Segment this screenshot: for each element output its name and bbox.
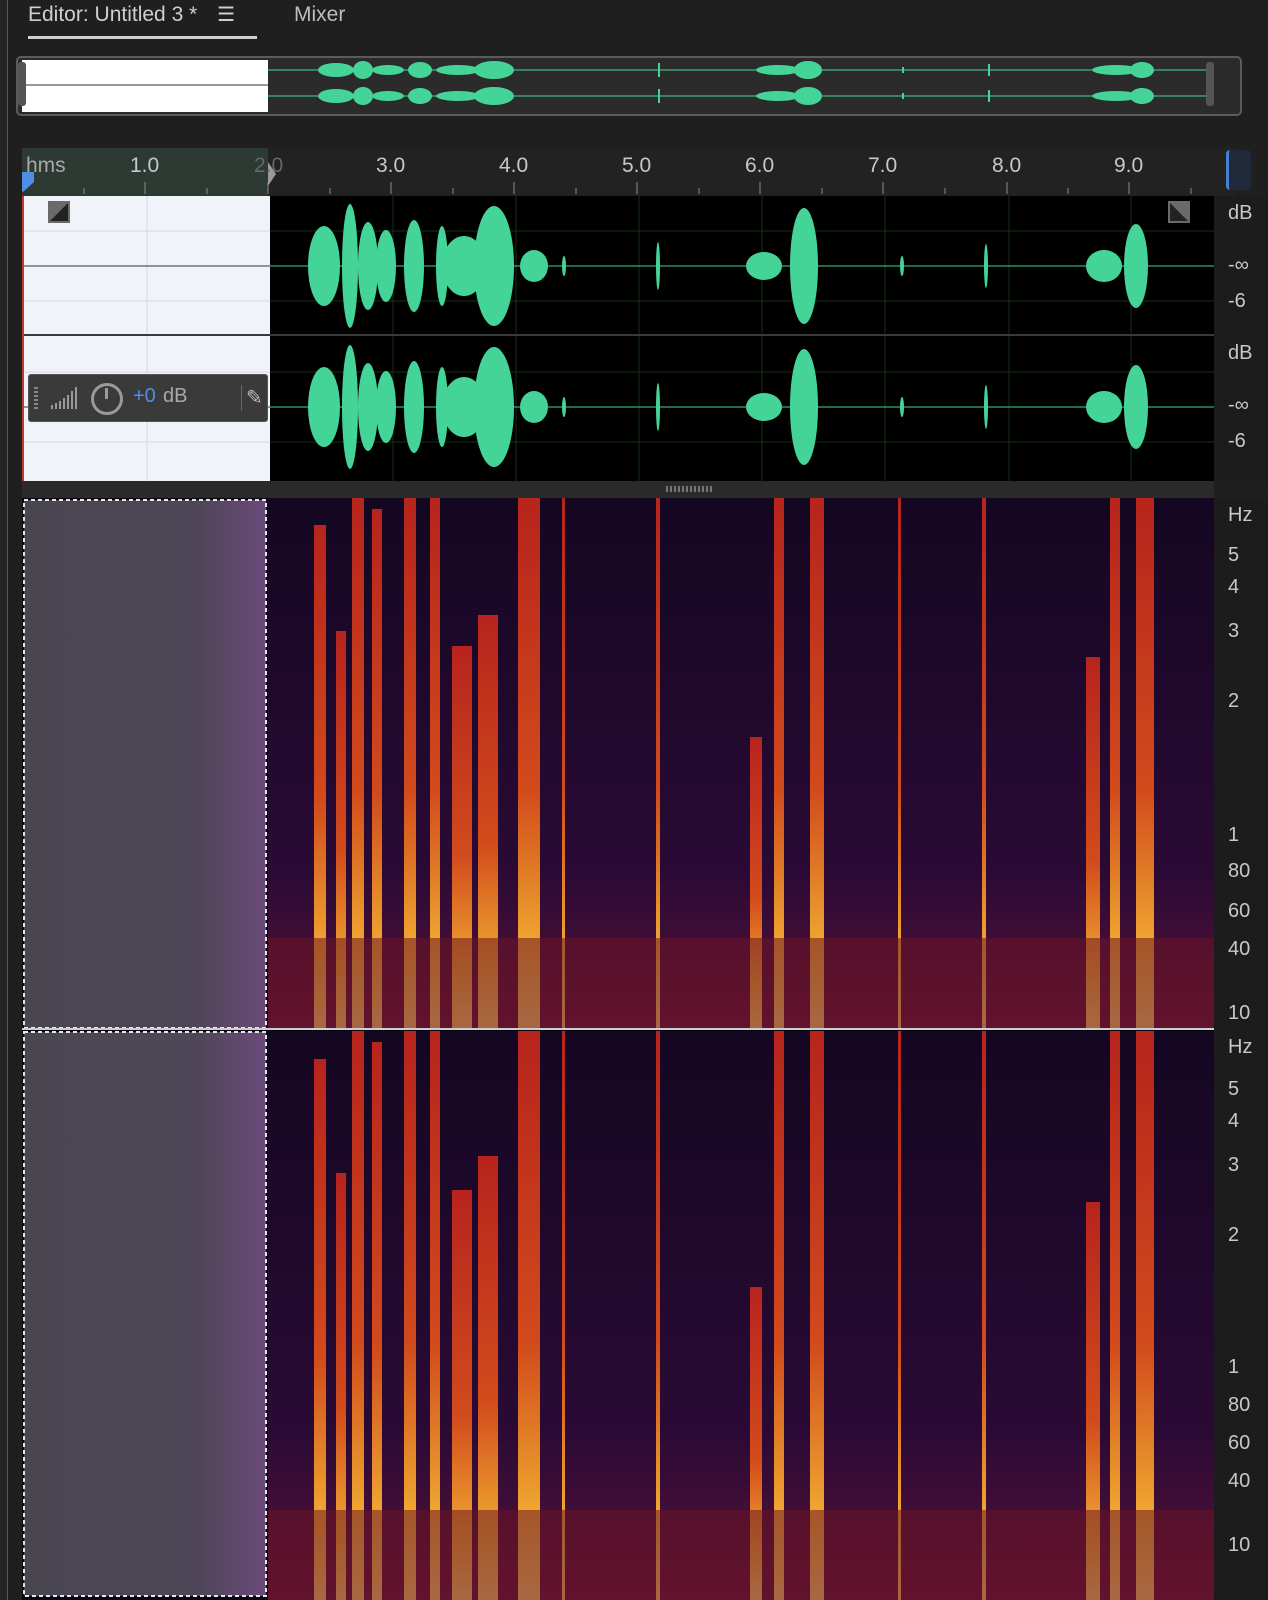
db-label: -6: [1228, 430, 1246, 452]
frequency-scale: Hz 5 4 3 2 1 80 60 40 10 Hz 5 4 3 2 1 80 60 40 10: [1214, 498, 1268, 1600]
frequency-label: 40: [1228, 938, 1251, 960]
tab-mixer[interactable]: Mixer: [294, 0, 345, 36]
waveform-burst: [746, 252, 782, 280]
waveform-burst: [342, 204, 358, 328]
frequency-label: 5: [1228, 544, 1240, 566]
zoom-lock-icon[interactable]: [1226, 150, 1251, 190]
tab-bar: Editor: Untitled 3 * ☰ Mixer: [8, 0, 1268, 48]
waveform-burst: [900, 256, 904, 276]
frequency-label: 4: [1228, 1110, 1240, 1132]
frequency-label: 60: [1228, 900, 1251, 922]
frequency-label: Hz: [1228, 504, 1253, 526]
waveform-burst: [562, 256, 566, 276]
gain-unit: dB: [163, 385, 188, 407]
waveform-burst: [520, 391, 548, 423]
overview-left-handle[interactable]: [18, 62, 26, 106]
waveform-burst: [404, 220, 424, 312]
ruler-tick-label: 4.0: [499, 154, 529, 177]
waveform-burst: [358, 222, 378, 310]
frequency-label: 10: [1228, 1002, 1251, 1024]
pin-icon[interactable]: ✎: [241, 385, 272, 411]
frequency-label: 3: [1228, 620, 1240, 642]
frequency-label: 1: [1228, 1356, 1240, 1378]
waveform-burst: [790, 349, 818, 465]
ruler-tick-label: 9.0: [1114, 154, 1144, 177]
db-label: -∞: [1228, 394, 1249, 416]
spectral-frequency-display[interactable]: [22, 498, 1214, 1600]
time-ruler[interactable]: hms 1.0 2.0 3.0 4.0 5.0 6.0 7.0 8.0 9.0: [22, 148, 1236, 197]
overview-navigator[interactable]: [16, 56, 1242, 116]
ruler-tick-label: 3.0: [376, 154, 406, 177]
tab-editor[interactable]: Editor: Untitled 3 * ☰: [28, 0, 258, 39]
frequency-label: 10: [1228, 1534, 1251, 1556]
frequency-label: 2: [1228, 1224, 1240, 1246]
frequency-label: 80: [1228, 860, 1251, 882]
track-gain-hud[interactable]: +0 dB ✎: [28, 374, 268, 422]
waveform-burst: [404, 361, 424, 453]
frequency-label: Hz: [1228, 1036, 1253, 1058]
ruler-unit-label: hms: [26, 154, 66, 177]
overview-viewport[interactable]: [22, 60, 268, 112]
waveform-burst: [790, 208, 818, 324]
waveform-burst: [1086, 391, 1122, 423]
volume-meter-icon: [51, 387, 77, 409]
waveform-graphic: [24, 196, 1216, 481]
db-label: -6: [1228, 290, 1246, 312]
frequency-label: 3: [1228, 1154, 1240, 1176]
waveform-burst: [984, 385, 988, 429]
waveform-burst: [1086, 250, 1122, 282]
waveform-burst: [376, 371, 396, 443]
db-label: dB: [1228, 342, 1253, 364]
amplitude-scale: dB -∞ -6 dB -∞ -6: [1214, 196, 1268, 481]
divider-grip-icon[interactable]: [666, 486, 712, 492]
overview-waveform: [18, 60, 1214, 112]
waveform-burst: [376, 230, 396, 302]
panel-divider[interactable]: [22, 481, 1214, 498]
waveform-burst: [900, 397, 904, 417]
waveform-burst: [984, 244, 988, 288]
db-label: -∞: [1228, 254, 1249, 276]
frequency-label: 40: [1228, 1470, 1251, 1492]
ruler-tick-label: 5.0: [622, 154, 652, 177]
waveform-burst: [656, 242, 660, 290]
waveform-burst: [520, 250, 548, 282]
waveform-burst: [474, 347, 514, 467]
window-edge: [0, 0, 8, 1600]
frequency-label: 1: [1228, 824, 1240, 846]
tab-editor-label: Editor: Untitled 3 *: [28, 3, 198, 26]
waveform-burst: [656, 383, 660, 431]
low-frequency-noise: [268, 938, 1214, 1028]
waveform-burst: [746, 393, 782, 421]
waveform-burst: [1124, 224, 1148, 308]
waveform-burst: [308, 226, 340, 306]
gain-value[interactable]: +0: [133, 385, 156, 408]
waveform-burst: [308, 367, 340, 447]
frequency-label: 2: [1228, 690, 1240, 712]
ruler-tick-label: 2.0: [254, 154, 284, 177]
spectral-selection[interactable]: [24, 500, 266, 1028]
gain-knob[interactable]: [91, 383, 123, 415]
spectrogram-graphic: [22, 498, 1214, 1600]
waveform-burst: [474, 206, 514, 326]
waveform-display[interactable]: [22, 196, 1216, 481]
ruler-tick-label: 8.0: [992, 154, 1022, 177]
ruler-tick-label: 7.0: [868, 154, 898, 177]
ruler-tick-label: 1.0: [130, 154, 160, 177]
waveform-burst: [562, 397, 566, 417]
drag-grip-icon[interactable]: [34, 387, 38, 409]
db-label: dB: [1228, 202, 1253, 224]
waveform-burst: [342, 345, 358, 469]
overview-right-handle[interactable]: [1206, 62, 1214, 106]
frequency-label: 80: [1228, 1394, 1251, 1416]
low-frequency-noise: [268, 1510, 1214, 1600]
frequency-label: 5: [1228, 1078, 1240, 1100]
panel-menu-icon[interactable]: ☰: [217, 0, 235, 30]
waveform-burst: [1124, 365, 1148, 449]
waveform-burst: [358, 363, 378, 451]
frequency-label: 60: [1228, 1432, 1251, 1454]
spectral-selection[interactable]: [24, 1032, 266, 1596]
frequency-label: 4: [1228, 576, 1240, 598]
ruler-tick-label: 6.0: [745, 154, 775, 177]
